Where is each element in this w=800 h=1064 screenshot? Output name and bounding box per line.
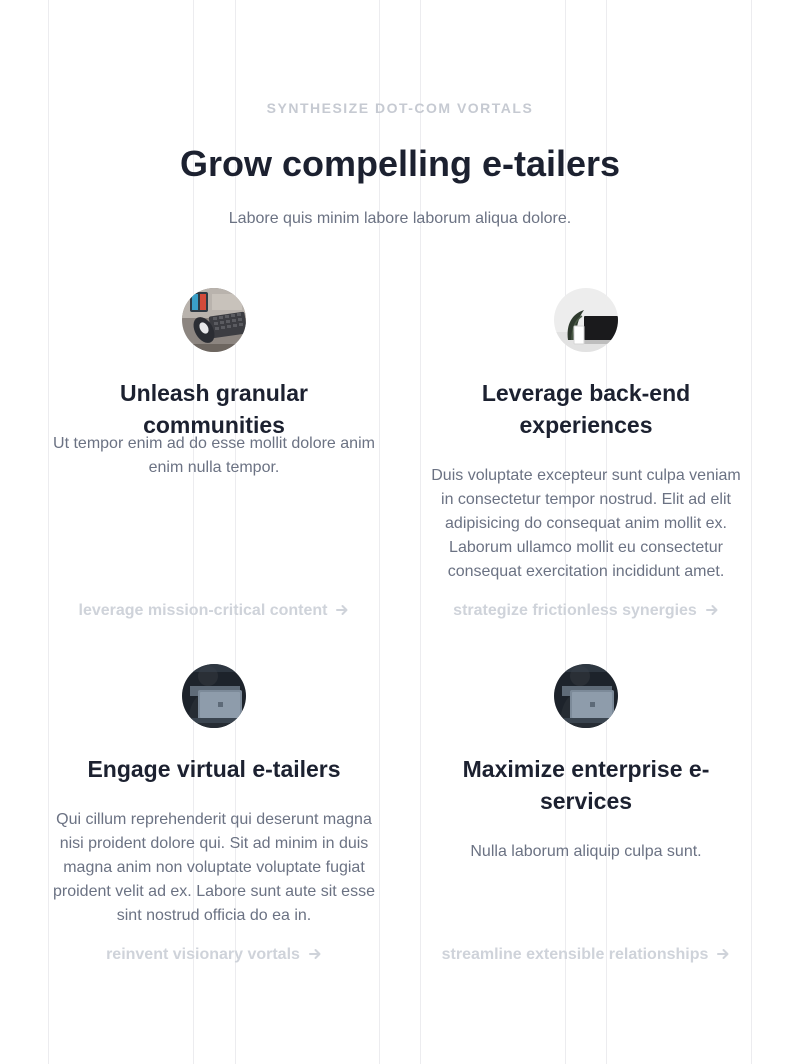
- section-title: Grow compelling e-tailers: [179, 143, 621, 184]
- feature-card: Unleash granular communities Ut tempor e…: [48, 288, 380, 628]
- feature-card: Leverage back-end experiences Duis volup…: [420, 288, 752, 628]
- feature-link-label: reinvent visionary vortals: [106, 946, 300, 963]
- feature-link[interactable]: reinvent visionary vortals: [48, 946, 380, 964]
- feature-description: Ut tempor enim ad do esse mollit dolore …: [53, 435, 375, 476]
- feature-card: Engage virtual e-tailers Qui cillum repr…: [48, 664, 380, 974]
- feature-title: Engage virtual e-tailers: [87, 756, 341, 782]
- feature-link[interactable]: strategize frictionless synergies: [420, 602, 752, 620]
- section-subtitle: Labore quis minim labore laborum aliqua …: [228, 210, 572, 227]
- feature-description: Qui cillum reprehenderit qui deserunt ma…: [53, 811, 375, 924]
- person-laptop-photo-icon: [182, 664, 246, 728]
- feature-link[interactable]: streamline extensible relationships: [420, 946, 752, 964]
- laptop-plant-photo-icon: [554, 288, 618, 352]
- feature-link-label: leverage mission-critical content: [78, 602, 328, 619]
- section-eyebrow: SYNTHESIZE DOT-COM VORTALS: [266, 100, 534, 116]
- page: SYNTHESIZE DOT-COM VORTALS Grow compelli…: [0, 0, 800, 1064]
- arrow-right-icon: [308, 949, 321, 959]
- feature-card: Maximize enterprise e-services Nulla lab…: [420, 664, 752, 974]
- feature-description: Nulla laborum aliquip culpa sunt.: [470, 843, 702, 860]
- arrow-right-icon: [336, 605, 348, 615]
- feature-link-label: strategize frictionless synergies: [453, 602, 697, 619]
- person-laptop-photo-icon: [554, 664, 618, 728]
- feature-title: Maximize enterprise e-services: [462, 756, 710, 814]
- feature-link-label: streamline extensible relationships: [441, 946, 709, 963]
- feature-title: Leverage back-end experiences: [481, 380, 691, 438]
- feature-description: Duis voluptate excepteur sunt culpa veni…: [431, 467, 741, 580]
- arrow-right-icon: [717, 949, 729, 959]
- arrow-right-icon: [705, 605, 718, 615]
- feature-link[interactable]: leverage mission-critical content: [48, 602, 380, 620]
- keyboard-desk-photo-icon: [182, 288, 246, 352]
